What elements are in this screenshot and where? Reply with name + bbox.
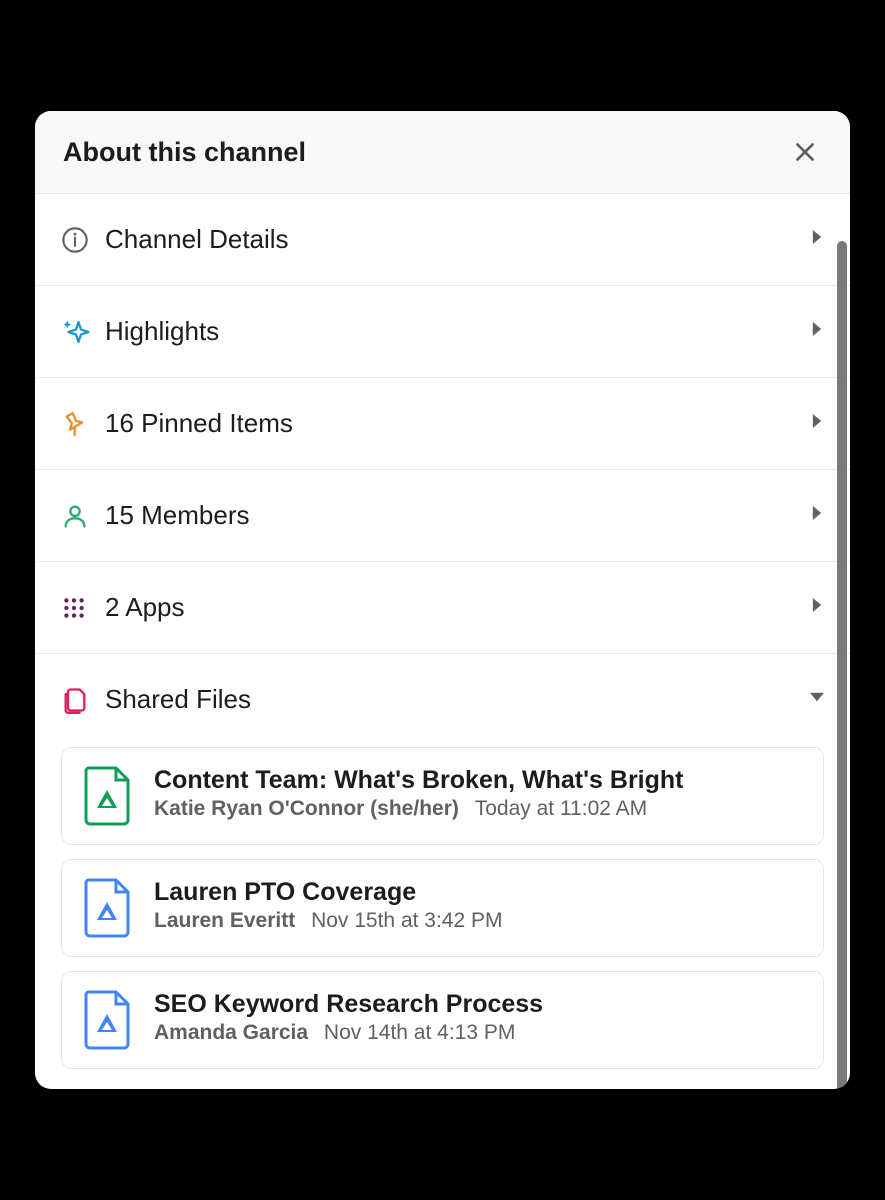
google-sheet-icon bbox=[82, 766, 132, 826]
info-icon bbox=[61, 226, 105, 254]
chevron-right-icon bbox=[810, 506, 824, 525]
sparkle-icon bbox=[61, 317, 105, 347]
scrollbar-thumb[interactable] bbox=[837, 241, 847, 1089]
file-body: Content Team: What's Broken, What's Brig… bbox=[154, 766, 803, 821]
section-members[interactable]: 15 Members bbox=[35, 470, 850, 562]
about-channel-panel: About this channel Channel Details bbox=[35, 111, 850, 1089]
file-time: Nov 15th at 3:42 PM bbox=[311, 909, 502, 932]
google-doc-icon bbox=[82, 878, 132, 938]
panel-title: About this channel bbox=[63, 137, 306, 168]
file-author: Lauren Everitt bbox=[154, 909, 295, 932]
chevron-right-icon bbox=[810, 230, 824, 249]
chevron-right-icon bbox=[810, 414, 824, 433]
person-icon bbox=[61, 502, 105, 530]
panel-header: About this channel bbox=[35, 111, 850, 194]
file-meta: Lauren Everitt Nov 15th at 3:42 PM bbox=[154, 909, 803, 933]
file-title: Content Team: What's Broken, What's Brig… bbox=[154, 766, 803, 795]
close-icon bbox=[792, 139, 818, 165]
section-apps[interactable]: 2 Apps bbox=[35, 562, 850, 654]
section-highlights[interactable]: Highlights bbox=[35, 286, 850, 378]
section-label: 2 Apps bbox=[105, 592, 810, 623]
chevron-down-icon bbox=[810, 690, 824, 709]
file-title: Lauren PTO Coverage bbox=[154, 878, 803, 907]
files-icon bbox=[61, 686, 105, 714]
file-meta: Katie Ryan O'Connor (she/her) Today at 1… bbox=[154, 797, 803, 821]
section-label: Highlights bbox=[105, 316, 810, 347]
file-time: Nov 14th at 4:13 PM bbox=[324, 1021, 515, 1044]
panel-content: Channel Details Highlights bbox=[35, 194, 850, 1089]
apps-grid-icon bbox=[61, 595, 105, 621]
section-shared-files[interactable]: Shared Files bbox=[35, 654, 850, 733]
file-author: Katie Ryan O'Connor (she/her) bbox=[154, 797, 459, 820]
section-label: 16 Pinned Items bbox=[105, 408, 810, 439]
section-pinned-items[interactable]: 16 Pinned Items bbox=[35, 378, 850, 470]
section-label: Channel Details bbox=[105, 224, 810, 255]
file-body: Lauren PTO Coverage Lauren Everitt Nov 1… bbox=[154, 878, 803, 933]
shared-file-item[interactable]: Content Team: What's Broken, What's Brig… bbox=[61, 747, 824, 845]
file-author: Amanda Garcia bbox=[154, 1021, 308, 1044]
section-label: 15 Members bbox=[105, 500, 810, 531]
pin-icon bbox=[61, 410, 105, 438]
file-meta: Amanda Garcia Nov 14th at 4:13 PM bbox=[154, 1021, 803, 1045]
chevron-right-icon bbox=[810, 598, 824, 617]
section-label: Shared Files bbox=[105, 684, 810, 715]
file-body: SEO Keyword Research Process Amanda Garc… bbox=[154, 990, 803, 1045]
chevron-right-icon bbox=[810, 322, 824, 341]
close-button[interactable] bbox=[788, 135, 822, 169]
file-title: SEO Keyword Research Process bbox=[154, 990, 803, 1019]
google-doc-icon bbox=[82, 990, 132, 1050]
file-time: Today at 11:02 AM bbox=[475, 797, 647, 820]
shared-file-item[interactable]: Lauren PTO Coverage Lauren Everitt Nov 1… bbox=[61, 859, 824, 957]
section-channel-details[interactable]: Channel Details bbox=[35, 194, 850, 286]
shared-file-item[interactable]: SEO Keyword Research Process Amanda Garc… bbox=[61, 971, 824, 1069]
